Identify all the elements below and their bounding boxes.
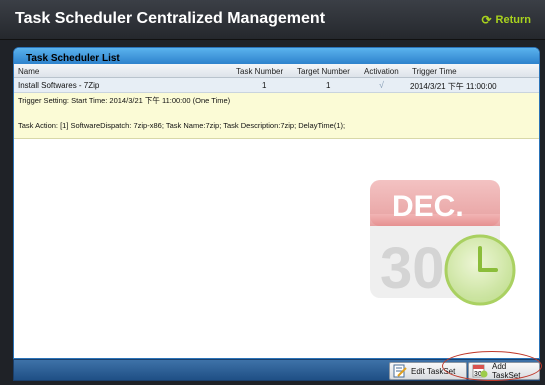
column-header-task-number[interactable]: Task Number [236,67,283,76]
return-label: Return [495,14,531,26]
cell-trigger-time: 2014/3/21 下午 11:00:00 [410,82,497,91]
activation-check-icon: √ [379,80,384,90]
edit-taskset-label: Edit TaskSet [411,366,456,376]
column-header-target-number[interactable]: Target Number [297,67,350,76]
calendar-month-text: DEC. [392,190,464,223]
column-header-activation[interactable]: Activation [364,67,399,76]
table-header: Name Task Number Target Number Activatio… [14,64,539,78]
return-button[interactable]: ⟳ Return [481,14,531,26]
refresh-arrow-icon: ⟳ [481,13,492,27]
row-detail: Trigger Setting: Start Time: 2014/3/21 下… [14,93,539,139]
panel-header: Task Scheduler List [14,48,539,64]
edit-document-icon [393,364,407,378]
cell-task-number: 1 [262,81,267,90]
edit-taskset-button[interactable]: Edit TaskSet [389,362,467,380]
column-header-trigger-time[interactable]: Trigger Time [412,67,457,76]
footer-toolbar: Edit TaskSet 30 Add TaskSet [13,359,540,381]
add-calendar-icon: 30 [472,364,488,378]
calendar-clock-icon: DEC. 30 [370,180,516,306]
task-action-text: Task Action: [1] SoftwareDispatch: 7zip-… [18,121,346,130]
column-header-name[interactable]: Name [18,67,39,76]
cell-target-number: 1 [326,81,331,90]
table-row[interactable]: Install Softwares - 7Zip 1 1 √ 2014/3/21… [14,78,539,93]
page-title: Task Scheduler Centralized Management [15,10,326,27]
cell-name: Install Softwares - 7Zip [18,81,100,90]
trigger-setting-text: Trigger Setting: Start Time: 2014/3/21 下… [18,96,231,105]
add-taskset-button[interactable]: 30 Add TaskSet [468,362,540,380]
top-bar: Task Scheduler Centralized Management ⟳ … [0,0,545,40]
add-taskset-label: Add TaskSet [492,362,521,380]
calendar-day-text: 30 [380,236,445,301]
panel-title: Task Scheduler List [26,53,120,64]
